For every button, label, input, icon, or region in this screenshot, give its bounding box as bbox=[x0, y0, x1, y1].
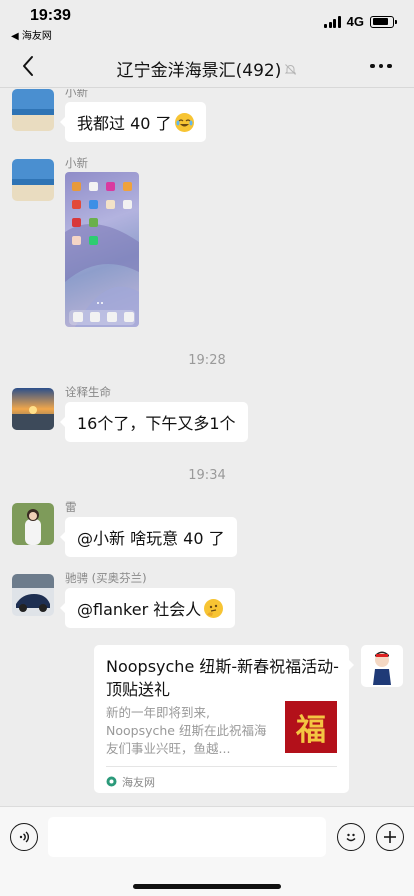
bell-off-icon bbox=[284, 61, 297, 81]
link-card-description: 新的一年即将到来, Noopsyche 纽斯在此祝福海友们事业兴旺，鱼越... bbox=[106, 705, 267, 756]
message-bubble[interactable]: 16个了，下午又多1个 bbox=[60, 402, 248, 442]
message-text: 16个了，下午又多1个 bbox=[77, 414, 236, 433]
sender-name: 雷 bbox=[65, 500, 77, 514]
sender-name: 诠释生命 bbox=[65, 385, 111, 399]
miniprogram-icon bbox=[106, 772, 117, 791]
status-time: 19:39 bbox=[30, 7, 71, 24]
link-card-title: Noopsyche 纽斯-新春祝福活动-顶贴送礼 bbox=[106, 657, 339, 699]
phone-home-screen-screenshot[interactable] bbox=[65, 172, 139, 327]
message-text: 我都过 40 了 bbox=[77, 114, 172, 133]
laughing-tears-emoji bbox=[174, 112, 194, 132]
message-bubble[interactable]: @小新 啥玩意 40 了 bbox=[60, 517, 237, 557]
message-text: @flanker 社会人 bbox=[77, 600, 202, 619]
avatar[interactable] bbox=[12, 388, 54, 430]
back-to-app-link[interactable]: ◀ 海友网 bbox=[11, 27, 52, 42]
link-card-thumbnail: 福 bbox=[285, 701, 337, 753]
chat-title: 辽宁金洋海景汇(492) bbox=[0, 56, 414, 81]
avatar[interactable] bbox=[12, 89, 54, 131]
avatar[interactable] bbox=[12, 159, 54, 201]
avatar[interactable] bbox=[12, 574, 54, 616]
more-dots-icon[interactable] bbox=[366, 52, 396, 80]
link-card[interactable]: Noopsyche 纽斯-新春祝福活动-顶贴送礼 新的一年即将到来, Noops… bbox=[94, 645, 354, 793]
thinking-emoji bbox=[204, 598, 224, 618]
message-input[interactable] bbox=[48, 817, 326, 857]
sender-name: 驰骋 (买奥芬兰) bbox=[65, 571, 147, 585]
message-bubble[interactable]: @flanker 社会人 bbox=[59, 588, 236, 628]
message-timestamp: 19:28 bbox=[188, 353, 226, 368]
link-card-source: 海友网 bbox=[106, 772, 155, 791]
sender-name: 小新 bbox=[65, 156, 88, 170]
input-bar bbox=[0, 806, 414, 896]
divider bbox=[106, 766, 337, 767]
signal-icon bbox=[324, 15, 341, 28]
battery-icon bbox=[370, 15, 397, 28]
link-card-thumbnail-text: 福 bbox=[296, 713, 326, 748]
chat-title-text: 辽宁金洋海景汇(492) bbox=[116, 61, 282, 81]
message-bubble[interactable]: 我都过 40 了 bbox=[60, 102, 206, 142]
voice-icon[interactable] bbox=[10, 823, 38, 851]
plus-icon[interactable] bbox=[376, 823, 404, 851]
status-bar: 19:39 ◀ 海友网 4G bbox=[0, 0, 414, 44]
emoji-icon[interactable] bbox=[337, 823, 365, 851]
chat-header: 辽宁金洋海景汇(492) bbox=[0, 44, 414, 88]
my-avatar[interactable] bbox=[361, 645, 403, 687]
link-card-source-text: 海友网 bbox=[122, 775, 155, 789]
avatar[interactable] bbox=[12, 503, 54, 545]
message-timestamp: 19:34 bbox=[188, 468, 226, 483]
home-indicator[interactable] bbox=[133, 884, 281, 889]
message-list[interactable]: 小新 我都过 40 了 小新 19:28 诠释生命 16个了，下午又多1个 19… bbox=[0, 89, 414, 806]
sender-name: 小新 bbox=[65, 89, 88, 99]
network-type: 4G bbox=[346, 14, 364, 29]
message-text: @小新 啥玩意 40 了 bbox=[77, 529, 225, 548]
